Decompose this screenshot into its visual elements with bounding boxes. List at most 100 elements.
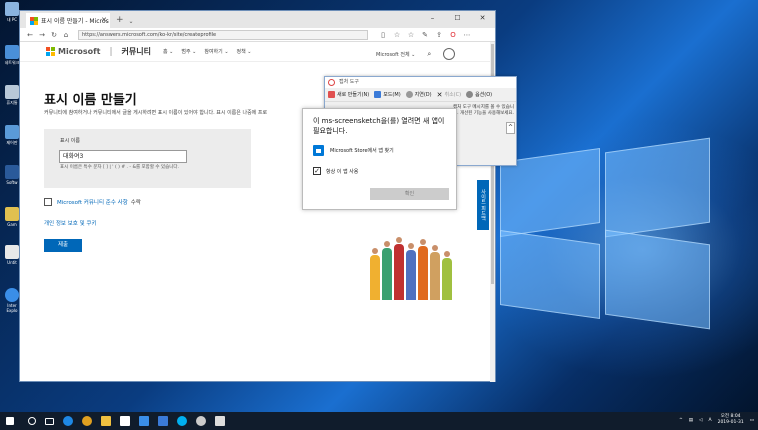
refresh-icon[interactable]: ↻ — [48, 31, 60, 39]
tab-close-icon[interactable]: ✕ — [101, 16, 107, 24]
store-icon — [313, 145, 324, 156]
opera-extension-icon[interactable]: O — [446, 31, 460, 39]
favorite-star-icon[interactable]: ☆ — [390, 31, 404, 39]
browser-tab[interactable]: 표시 이름 만들기 - Micros ✕ — [26, 13, 110, 28]
nav-categories[interactable]: 범주 ⌄ — [181, 48, 196, 55]
start-icon[interactable] — [6, 417, 14, 425]
notes-pen-icon[interactable]: ✎ — [418, 31, 432, 39]
agree-row: Microsoft 커뮤니티 준수 사항 수락 — [44, 198, 141, 206]
control-panel-icon — [5, 125, 19, 139]
home-icon[interactable]: ⌂ — [60, 31, 72, 39]
code-of-conduct-link[interactable]: Microsoft 커뮤니티 준수 사항 — [57, 198, 128, 206]
tab-bar: 표시 이름 만들기 - Micros ✕ + ⌄ – ☐ ✕ — [20, 11, 495, 28]
microsoft-logo-icon[interactable] — [46, 47, 55, 56]
skype-icon[interactable] — [177, 416, 187, 426]
volume-icon[interactable]: ◁ — [699, 418, 702, 423]
edge-icon[interactable] — [63, 416, 73, 426]
ok-button[interactable]: 확인 — [370, 188, 449, 200]
taskbar: ^ ▤ ◁ A 오전 8:04 2019-01-31 ▭ — [0, 412, 758, 430]
nav-policy[interactable]: 정책 ⌄ — [237, 48, 252, 55]
microsoft-favicon-icon — [30, 16, 38, 25]
reading-view-icon[interactable]: ▯ — [376, 31, 390, 39]
display-name-input[interactable]: 대화여3 — [59, 150, 187, 163]
task-view-icon[interactable] — [45, 417, 54, 425]
share-icon[interactable]: ⇪ — [432, 31, 446, 39]
network-icon — [5, 45, 19, 59]
clock-icon — [405, 91, 413, 98]
options-icon — [466, 91, 474, 98]
open-app-dialog: 이 ms-screensketch을(를) 열려면 새 앱이 필요합니다. Mi… — [302, 108, 457, 210]
notification-icon[interactable]: ▭ — [750, 418, 754, 423]
header-divider: | — [109, 46, 113, 57]
header-right: Microsoft 전체 ⌄ ⌕ — [376, 48, 456, 60]
folder-icon — [5, 207, 19, 221]
page-title: 표시 이름 만들기 — [44, 93, 137, 108]
browser-toolbar-icons: ▯ ☆ ☆ ✎ ⇪ O ⋯ — [376, 31, 474, 39]
photos-icon[interactable] — [158, 416, 168, 426]
explorer-icon[interactable] — [101, 416, 111, 426]
display-name-form: 표시 이름 대화여3 표시 이름은 특수 문자 [ ] | ' ( ) # . … — [44, 129, 251, 188]
display-name-label: 표시 이름 — [60, 138, 80, 144]
site-feedback-tab[interactable]: 사이트 피드백 — [477, 180, 489, 230]
nav-home[interactable]: 홈 ⌄ — [163, 48, 173, 55]
agree-checkbox[interactable] — [44, 198, 52, 206]
snipping-tool-icon[interactable] — [215, 416, 225, 426]
recycle-bin-icon — [5, 85, 19, 99]
url-field[interactable]: https://answers.microsoft.com/ko-kr/site… — [78, 29, 368, 40]
search-icon[interactable]: ⌕ — [427, 50, 431, 59]
minimize-button[interactable]: – — [420, 11, 445, 25]
tab-title: 표시 이름 만들기 - Micros — [41, 18, 109, 25]
tab-list-chevron-icon[interactable]: ⌄ — [129, 18, 134, 25]
mail-icon[interactable] — [139, 416, 149, 426]
brand-name[interactable]: Microsoft — [58, 47, 100, 56]
system-tray: ^ ▤ ◁ A 오전 8:04 2019-01-31 ▭ — [679, 414, 754, 426]
store-option[interactable]: Microsoft Store에서 앱 찾기 — [313, 145, 394, 156]
network-tray-icon[interactable]: ▤ — [689, 418, 693, 423]
file-icon — [5, 245, 19, 259]
always-use-checkbox[interactable]: ✓ — [313, 167, 321, 175]
new-tab-button[interactable]: + — [116, 15, 124, 25]
site-nav: 홈 ⌄ 범주 ⌄ 참여하기 ⌄ 정책 ⌄ — [163, 48, 252, 55]
forward-icon[interactable]: → — [36, 31, 48, 39]
options-button[interactable]: 옵션(O) — [466, 91, 492, 98]
input-lang[interactable]: A — [708, 418, 711, 423]
section-name[interactable]: 커뮤니티 — [122, 46, 151, 57]
delay-button[interactable]: 지연(D) — [405, 91, 432, 98]
more-icon[interactable]: ⋯ — [460, 31, 474, 39]
privacy-link[interactable]: 개인 정보 보호 및 쿠키 — [44, 219, 97, 227]
dialog-title: 이 ms-screensketch을(를) 열려면 새 앱이 필요합니다. — [313, 117, 445, 135]
agree-suffix: 수락 — [130, 200, 141, 206]
mode-button[interactable]: 모드(M) — [374, 91, 401, 98]
chrome-icon[interactable] — [82, 416, 92, 426]
scissors-icon — [328, 79, 335, 86]
always-use-row[interactable]: ✓ 항상 이 앱 사용 — [313, 167, 358, 175]
windows-logo-wallpaper — [500, 137, 710, 330]
settings-gear-icon[interactable] — [196, 416, 206, 426]
tray-chevron-icon[interactable]: ^ — [679, 418, 683, 423]
store-icon[interactable] — [120, 416, 130, 426]
avatar[interactable] — [443, 48, 456, 60]
window-controls: – ☐ ✕ — [420, 11, 495, 25]
snipping-scroll-up[interactable]: ^ — [506, 122, 515, 134]
new-snip-icon — [328, 91, 335, 98]
mode-icon — [374, 91, 382, 98]
back-icon[interactable]: ← — [24, 31, 36, 39]
new-snip-button[interactable]: 새로 만들기(N) — [328, 91, 369, 98]
microsoft-all-menu[interactable]: Microsoft 전체 ⌄ — [376, 51, 415, 58]
cancel-snip-button[interactable]: ✕ 취소(C) — [437, 91, 461, 99]
snipping-message: 캡처 도구 메시지를 볼 수 있습니다. 개선된 기능을 사용해보세요. — [453, 105, 514, 116]
cancel-x-icon: ✕ — [436, 90, 443, 99]
community-illustration — [340, 225, 460, 300]
submit-button[interactable]: 제출 — [44, 239, 82, 252]
favorites-hub-icon[interactable]: ☆ — [404, 31, 418, 39]
maximize-button[interactable]: ☐ — [445, 11, 470, 25]
clock[interactable]: 오전 8:04 2019-01-31 — [718, 414, 744, 426]
display-name-help: 표시 이름은 특수 문자 [ ] | ' ( ) # . - &를 포함할 수 … — [60, 165, 179, 170]
snipping-tool-title: 캡처 도구 — [325, 77, 516, 88]
computer-icon — [5, 2, 19, 16]
search-icon[interactable] — [28, 417, 36, 425]
close-button[interactable]: ✕ — [470, 11, 495, 25]
internet-explorer-icon — [5, 288, 19, 302]
snipping-toolbar: 새로 만들기(N) 모드(M) 지연(D) ✕ 취소(C) 옵션(O) — [325, 88, 516, 102]
nav-participate[interactable]: 참여하기 ⌄ — [204, 48, 228, 55]
